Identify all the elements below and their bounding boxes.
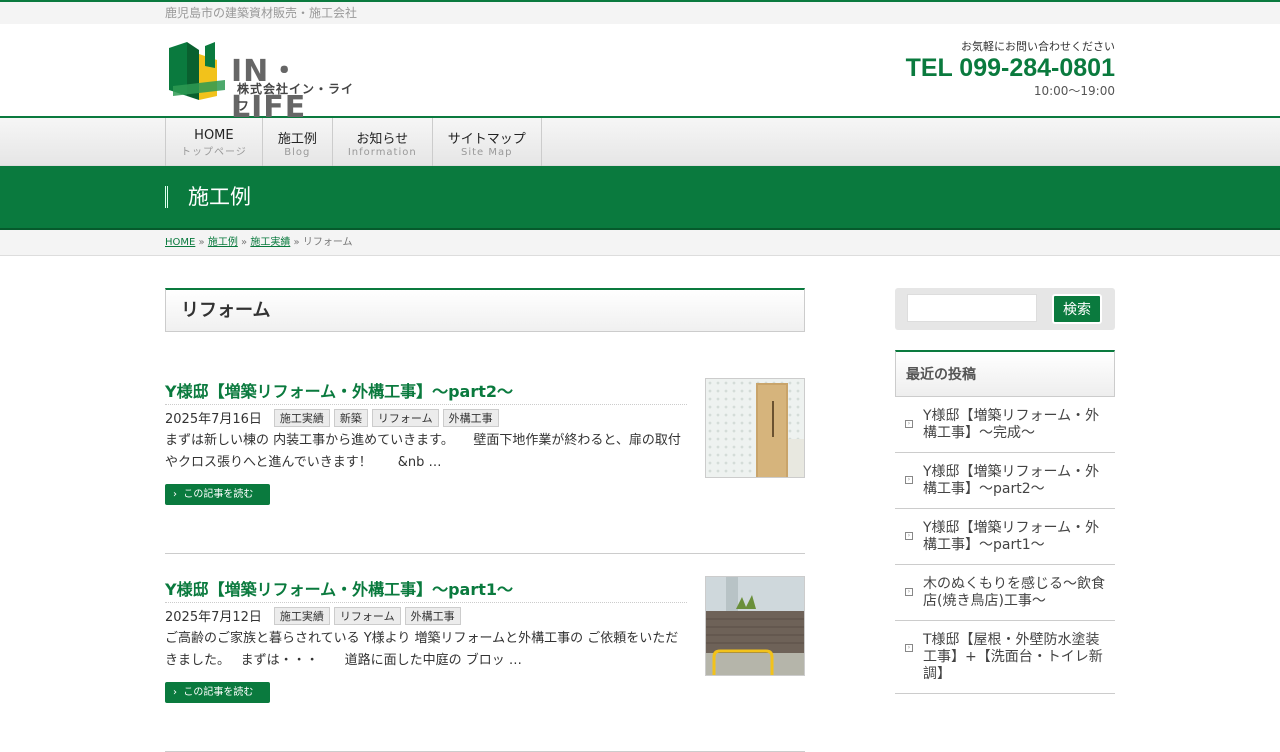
nav-label: HOME xyxy=(194,128,234,143)
read-more-button[interactable]: › この記事を読む xyxy=(165,484,270,505)
post-meta: 2025年7月12日 施工実績 リフォーム 外構工事 xyxy=(165,606,461,625)
chevron-right-icon: › xyxy=(173,687,177,698)
site-header: IN・LIFE 株式会社イン・ライフ お気軽にお問い合わせください TEL 09… xyxy=(0,24,1280,125)
category-title: リフォーム xyxy=(165,288,805,332)
post-title[interactable]: Y様邸【増築リフォーム・外構工事】～part2～ xyxy=(165,378,687,405)
nav-sub-label: Site Map xyxy=(460,147,513,158)
post-tag[interactable]: 施工実績 xyxy=(273,408,330,427)
main-content: リフォーム Y様邸【増築リフォーム・外構工事】～part2～ 2025年7月16… xyxy=(165,288,805,752)
breadcrumb-bar: HOME » 施工例 » 施工実績 » リフォーム xyxy=(0,230,1280,256)
nav-label: お知らせ xyxy=(356,132,409,147)
nav-sub-label: Blog xyxy=(284,147,311,158)
contact-block: お気軽にお問い合わせください TEL 099-284-0801 10:00〜19… xyxy=(906,38,1115,99)
arrow-box-icon: › xyxy=(905,420,913,428)
phone-number[interactable]: TEL 099-284-0801 xyxy=(906,54,1115,82)
breadcrumb-separator: » xyxy=(293,237,300,248)
post-tag[interactable]: 新築 xyxy=(333,408,368,427)
post-tag[interactable]: リフォーム xyxy=(333,606,401,625)
recent-post-item[interactable]: › 木のぬくもりを感じる～飲食店(焼き鳥店)工事～ xyxy=(895,565,1115,621)
nav-item-blog[interactable]: 施工例 Blog xyxy=(263,118,333,166)
breadcrumb-separator: » xyxy=(198,237,205,248)
post-date: 2025年7月16日 xyxy=(165,412,262,427)
post-tag[interactable]: 外構工事 xyxy=(404,606,461,625)
recent-post-item[interactable]: › Y様邸【増築リフォーム・外構工事】～part2～ xyxy=(895,453,1115,509)
post-tag[interactable]: 施工実績 xyxy=(273,606,330,625)
recent-post-item[interactable]: › Y様邸【増築リフォーム・外構工事】～完成～ xyxy=(895,397,1115,453)
arrow-box-icon: › xyxy=(905,644,913,652)
chevron-right-icon: › xyxy=(173,489,177,500)
arrow-box-icon: › xyxy=(905,588,913,596)
nav-item-sitemap[interactable]: サイトマップ Site Map xyxy=(433,118,542,166)
arrow-box-icon: › xyxy=(905,476,913,484)
post-thumbnail[interactable] xyxy=(705,576,805,676)
nav-sub-label: Information xyxy=(347,147,417,158)
post-title[interactable]: Y様邸【増築リフォーム・外構工事】～part1～ xyxy=(165,576,687,603)
breadcrumb-current: リフォーム xyxy=(302,237,353,248)
read-more-button[interactable]: › この記事を読む xyxy=(165,682,270,703)
top-bar: 鹿児島市の建築資材販売・施工会社 xyxy=(0,0,1280,24)
nav-sub-label: トップページ xyxy=(181,147,247,158)
nav-item-home[interactable]: HOME トップページ xyxy=(166,118,263,166)
breadcrumb-home[interactable]: HOME xyxy=(165,237,195,248)
business-hours: 10:00〜19:00 xyxy=(1033,84,1115,98)
recent-post-label: Y様邸【増築リフォーム・外構工事】～完成～ xyxy=(923,408,1100,441)
nav-item-information[interactable]: お知らせ Information xyxy=(333,118,433,166)
nav-label: サイトマップ xyxy=(447,132,526,147)
recent-post-item[interactable]: › Y様邸【増築リフォーム・外構工事】～part1～ xyxy=(895,509,1115,565)
post-item: Y様邸【増築リフォーム・外構工事】～part2～ 2025年7月16日 施工実績… xyxy=(165,378,805,554)
contact-lead: お気軽にお問い合わせください xyxy=(961,40,1115,53)
post-tag[interactable]: 外構工事 xyxy=(442,408,499,427)
recent-post-label: T様邸【屋根・外壁防水塗装工事】+【洗面台・トイレ新調】 xyxy=(923,632,1103,682)
recent-post-label: 木のぬくもりを感じる～飲食店(焼き鳥店)工事～ xyxy=(923,576,1105,609)
logo-mark-icon xyxy=(169,42,225,100)
breadcrumb-construction-examples[interactable]: 施工例 xyxy=(208,237,238,248)
recent-post-label: Y様邸【増築リフォーム・外構工事】～part1～ xyxy=(923,520,1100,553)
page-title: 施工例 xyxy=(165,186,1115,208)
recent-post-item[interactable]: › T様邸【屋根・外壁防水塗装工事】+【洗面台・トイレ新調】 xyxy=(895,621,1115,694)
post-thumbnail[interactable] xyxy=(705,378,805,478)
post-item: Y様邸【増築リフォーム・外構工事】～part1～ 2025年7月12日 施工実績… xyxy=(165,576,805,752)
site-tagline: 鹿児島市の建築資材販売・施工会社 xyxy=(165,6,358,20)
nav-label: 施工例 xyxy=(277,132,317,147)
sidebar: 検索 最近の投稿 › Y様邸【増築リフォーム・外構工事】～完成～ › Y様邸【増築リ… xyxy=(895,288,1115,694)
post-date: 2025年7月12日 xyxy=(165,610,262,625)
read-more-label: この記事を読む xyxy=(183,489,254,500)
breadcrumb: HOME » 施工例 » 施工実績 » リフォーム xyxy=(165,230,1115,256)
page-title-bar: 施工例 xyxy=(0,166,1280,230)
arrow-box-icon: › xyxy=(905,532,913,540)
recent-posts-widget: 最近の投稿 › Y様邸【増築リフォーム・外構工事】～完成～ › Y様邸【増築リフォー… xyxy=(895,350,1115,694)
logo-company: 株式会社イン・ライフ xyxy=(237,82,355,113)
post-tag[interactable]: リフォーム xyxy=(371,408,439,427)
site-logo[interactable]: IN・LIFE 株式会社イン・ライフ xyxy=(165,40,365,125)
breadcrumb-construction-results[interactable]: 施工実績 xyxy=(250,237,290,248)
post-excerpt: ご高齢のご家族と暮らされている Y様より 増築リフォームと外構工事の ご依頼をい… xyxy=(165,631,679,668)
recent-posts-title: 最近の投稿 xyxy=(895,350,1115,397)
interior-door-image xyxy=(706,379,804,477)
search-box: 検索 xyxy=(895,288,1115,330)
post-meta: 2025年7月16日 施工実績 新築 リフォーム 外構工事 xyxy=(165,408,499,427)
read-more-label: この記事を読む xyxy=(183,687,254,698)
search-button[interactable]: 検索 xyxy=(1052,294,1102,324)
search-input[interactable] xyxy=(907,294,1037,322)
global-nav: HOME トップページ 施工例 Blog お知らせ Information サイトマッ… xyxy=(0,118,1280,166)
post-excerpt: まずは新しい棟の 内装工事から進めていきます。 壁面下地作業が終わると、扉の取付… xyxy=(165,433,681,470)
recent-post-label: Y様邸【増築リフォーム・外構工事】～part2～ xyxy=(923,464,1100,497)
breadcrumb-separator: » xyxy=(241,237,248,248)
exterior-fence-image xyxy=(706,577,804,675)
